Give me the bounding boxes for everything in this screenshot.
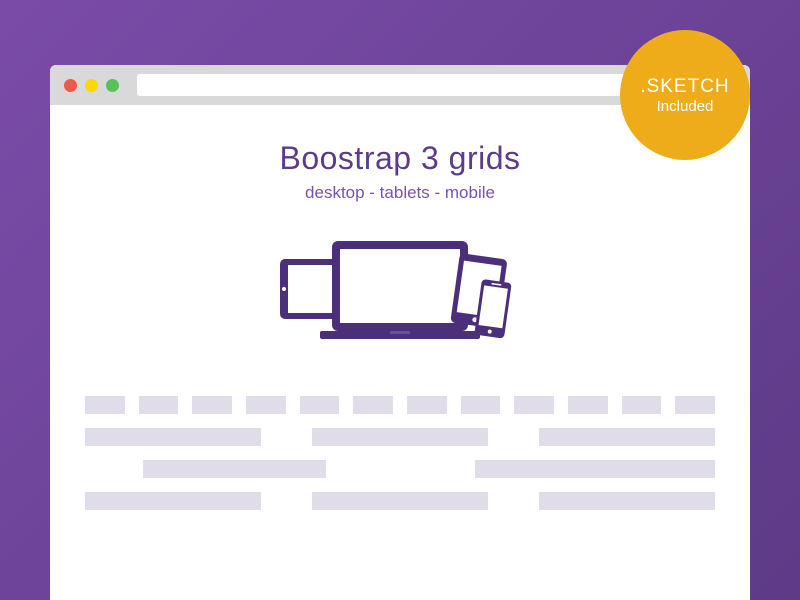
grid-cell [407,396,447,414]
sketch-included-badge: .SKETCH Included [620,30,750,160]
grid-cell [300,396,340,414]
grid-cell [568,396,608,414]
badge-subtitle: Included [657,98,714,115]
traffic-light-close-icon[interactable] [64,79,77,92]
page-title: Boostrap 3 grids [85,140,715,177]
grid-row [85,460,715,478]
grid-row-12col [85,396,715,414]
grid-cell [539,428,715,446]
grid-row [85,428,715,446]
grid-row [85,492,715,510]
grid-cell [353,396,393,414]
grid-cell [143,460,326,478]
grid-cell [192,396,232,414]
grid-cell [539,492,715,510]
grid-cell [622,396,662,414]
grid-cell [514,396,554,414]
grid-cell [312,492,488,510]
traffic-light-zoom-icon[interactable] [106,79,119,92]
grid-cell [475,460,715,478]
devices-illustration [85,231,715,361]
badge-title: .SKETCH [640,76,729,98]
grid-cell [461,396,501,414]
grid-demo [85,396,715,510]
grid-cell [85,492,261,510]
grid-cell [85,396,125,414]
grid-cell [139,396,179,414]
grid-cell [85,428,261,446]
grid-cell [312,428,488,446]
devices-icon [250,231,550,361]
page-subtitle: desktop - tablets - mobile [85,183,715,203]
grid-cell [675,396,715,414]
grid-cell [246,396,286,414]
traffic-light-minimize-icon[interactable] [85,79,98,92]
page-content: Boostrap 3 grids desktop - tablets - mob… [50,105,750,510]
